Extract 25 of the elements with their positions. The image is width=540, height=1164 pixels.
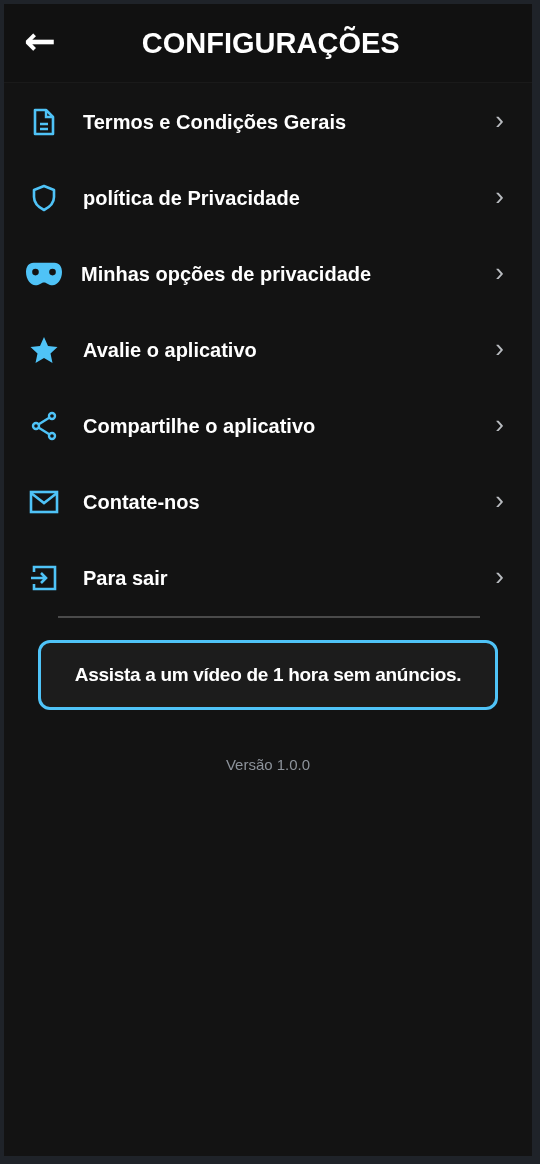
back-button[interactable]: ← xyxy=(24,20,62,66)
mask-icon xyxy=(26,261,62,287)
settings-item[interactable]: Minhas opções de privacidade › xyxy=(4,236,532,312)
settings-item[interactable]: Avalie o aplicativo › xyxy=(4,312,532,388)
document-icon xyxy=(31,108,57,136)
chevron-icon: › xyxy=(495,335,504,365)
watch-video-button[interactable]: Assista a um vídeo de 1 hora sem anúncios. xyxy=(38,640,498,710)
settings-item[interactable]: política de Privacidade › xyxy=(4,160,532,236)
chevron-icon: › xyxy=(495,107,504,137)
version-text: Versão 1.0.0 xyxy=(225,756,311,773)
share-icon xyxy=(30,411,58,441)
chevron-icon: › xyxy=(495,183,504,213)
chevron-icon: › xyxy=(495,411,504,441)
exit-icon xyxy=(30,564,58,592)
settings-item[interactable]: Termos e Condições Gerais › xyxy=(4,84,532,160)
settings-item[interactable]: Contate-nos › xyxy=(4,464,532,540)
screen-title: CONFIGURAÇÕES xyxy=(141,26,400,60)
shield-icon xyxy=(31,184,57,212)
settings-item[interactable]: Compartilhe o aplicativo › xyxy=(4,388,532,464)
chevron-icon: › xyxy=(495,487,504,517)
settings-item[interactable]: Para sair › xyxy=(4,540,532,616)
chevron-icon: › xyxy=(495,563,504,593)
mail-icon xyxy=(29,490,59,514)
star-icon xyxy=(30,336,58,364)
chevron-icon: › xyxy=(495,259,504,289)
